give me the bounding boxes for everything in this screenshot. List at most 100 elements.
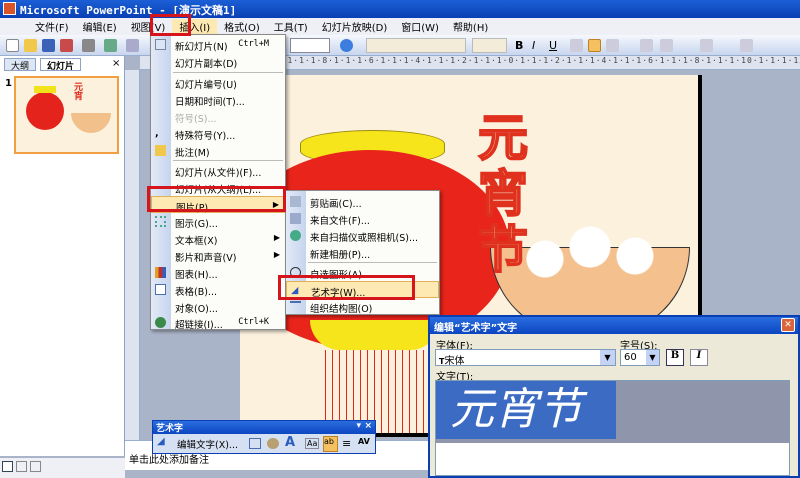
align-left-icon[interactable]	[570, 39, 583, 52]
menu-item-slides-from-outline[interactable]: 幻灯片(从大纲)(L)...	[151, 179, 285, 196]
menu-slideshow[interactable]: 幻灯片放映(D)	[315, 19, 395, 34]
numbering-icon[interactable]	[640, 39, 653, 52]
vertical-ruler	[125, 70, 140, 440]
slideshow-view-icon[interactable]	[30, 461, 41, 472]
wordart-toolbar-title: 艺术字	[156, 424, 184, 434]
chevron-down-icon[interactable]: ▼	[646, 350, 659, 365]
menu-format[interactable]: 格式(O)	[217, 19, 267, 34]
menu-item-comment[interactable]: 批注(M)	[151, 142, 285, 159]
italic-icon[interactable]: I	[532, 39, 545, 52]
italic-button[interactable]: I	[690, 349, 708, 366]
insert-menu: 新幻灯片(N) Ctrl+M 幻灯片副本(D) 幻灯片编号(U) 日期和时间(T)…	[150, 34, 286, 331]
menu-item-slides-from-file[interactable]: 幻灯片(从文件)(F)...	[151, 162, 285, 179]
design-icon[interactable]	[740, 39, 753, 52]
chart-icon	[155, 267, 166, 278]
menu-insert[interactable]: 插入(I)	[172, 19, 218, 34]
new-slide-icon	[155, 39, 166, 50]
bullets-icon[interactable]	[660, 39, 673, 52]
underline-icon[interactable]: U	[549, 39, 562, 52]
new-icon[interactable]	[6, 39, 19, 52]
menu-item-from-file[interactable]: 来自文件(F)...	[286, 210, 439, 227]
menu-window[interactable]: 窗口(W)	[394, 19, 446, 34]
lantern-top-thumb	[34, 86, 56, 93]
insert-wordart-icon[interactable]: ◢	[157, 436, 165, 447]
menu-item-diagram[interactable]: 图示(G)...	[151, 213, 285, 230]
menu-item-table[interactable]: 表格(B)...	[151, 281, 285, 298]
wordart-text[interactable]: 元宵节	[436, 381, 616, 439]
edit-wordart-dialog: 编辑“艺术字”文字 ✕ 字体(F): T宋体 ▼ 字号(S): 60 ▼ B I 文字…	[428, 315, 800, 478]
font-select[interactable]	[366, 38, 466, 53]
table-icon	[155, 284, 166, 295]
picture-file-icon	[290, 213, 301, 224]
window-title: Microsoft PowerPoint - [演示文稿1]	[20, 4, 237, 17]
menu-bar: 文件(F) 编辑(E) 视图(V) 插入(I) 格式(O) 工具(T) 幻灯片放…	[0, 18, 800, 35]
menu-item-chart[interactable]: 图表(H)...	[151, 264, 285, 281]
menu-item-special-symbol[interactable]: , 特殊符号(Y)...	[151, 125, 285, 142]
menu-item-from-scanner[interactable]: 来自扫描仪或照相机(S)...	[286, 227, 439, 244]
format-wordart-icon[interactable]	[267, 438, 279, 449]
menu-item-duplicate-slide[interactable]: 幻灯片副本(D)	[151, 53, 285, 70]
menu-item-picture[interactable]: 图片(P) ▶	[151, 196, 285, 214]
menu-item-date-time[interactable]: 日期和时间(T)...	[151, 91, 285, 108]
menu-tools[interactable]: 工具(T)	[267, 19, 315, 34]
spelling-icon[interactable]	[104, 39, 117, 52]
vertical-text-icon[interactable]: ab	[323, 436, 338, 452]
help-icon[interactable]	[340, 39, 353, 52]
wordart-shape-icon[interactable]: A	[285, 435, 295, 450]
chevron-down-icon[interactable]: ▼	[600, 350, 615, 365]
menu-item-textbox[interactable]: 文本框(X) ▶	[151, 230, 285, 247]
menu-item-wordart[interactable]: ◢ 艺术字(W)...	[286, 281, 439, 299]
toolbar-close-icon[interactable]: ×	[364, 421, 372, 431]
menu-item-clipart[interactable]: 剪贴画(C)...	[286, 193, 439, 210]
diagram-icon	[155, 216, 166, 227]
bold-icon[interactable]: B	[515, 39, 528, 52]
permission-icon[interactable]	[60, 39, 73, 52]
zoom-select[interactable]	[290, 38, 330, 53]
font-color-icon[interactable]	[700, 39, 713, 52]
sorter-view-icon[interactable]	[16, 461, 27, 472]
alignment-icon[interactable]: ≡	[342, 437, 351, 450]
save-icon[interactable]	[42, 39, 55, 52]
menu-item-movies-sounds[interactable]: 影片和声音(V) ▶	[151, 247, 285, 264]
font-size-select[interactable]	[472, 38, 507, 53]
menu-file[interactable]: 文件(F)	[28, 19, 76, 34]
menu-item-slide-number[interactable]: 幻灯片编号(U)	[151, 74, 285, 91]
toolbar-options-icon[interactable]: ▾	[356, 421, 361, 431]
menu-help[interactable]: 帮助(H)	[446, 19, 495, 34]
close-pane-icon[interactable]: ×	[112, 58, 120, 69]
clipart-icon	[290, 196, 301, 207]
menu-item-new-slide[interactable]: 新幻灯片(N) Ctrl+M	[151, 36, 285, 53]
menu-item-symbol: 符号(S)...	[175, 114, 217, 125]
cut-icon[interactable]	[126, 39, 139, 52]
menu-view[interactable]: 视图(V)	[124, 19, 173, 34]
align-center-icon[interactable]	[588, 39, 601, 52]
slide-thumbnail[interactable]: 元宵	[14, 76, 119, 154]
tab-outline[interactable]: 大纲	[4, 58, 37, 72]
standard-toolbar: B I U	[0, 35, 800, 56]
bold-button[interactable]: B	[666, 349, 684, 366]
character-spacing-icon[interactable]: AV	[358, 437, 370, 446]
menu-item-org-chart[interactable]: 组织结构图(O)	[286, 298, 439, 315]
tab-slides[interactable]: 幻灯片	[40, 58, 82, 72]
text-area[interactable]: 元宵节	[435, 380, 790, 476]
size-dropdown[interactable]: 60 ▼	[620, 349, 660, 366]
wordart-gallery-icon[interactable]	[249, 438, 261, 449]
powerpoint-icon	[3, 2, 16, 15]
same-height-icon[interactable]: Aa	[305, 438, 320, 449]
menu-item-autoshapes[interactable]: 自选图形(A)	[286, 264, 439, 281]
align-right-icon[interactable]	[606, 39, 619, 52]
open-icon[interactable]	[24, 39, 37, 52]
menu-item-object[interactable]: 对象(O)...	[151, 298, 285, 315]
scanner-icon	[290, 230, 301, 241]
normal-view-icon[interactable]	[2, 461, 13, 472]
dialog-close-button[interactable]: ✕	[781, 318, 795, 332]
view-buttons	[0, 458, 125, 478]
menu-item-new-album[interactable]: 新建相册(P)...	[286, 244, 439, 261]
notes-placeholder[interactable]: 单击此处添加备注	[129, 455, 209, 466]
wordart-title[interactable]: 元宵节	[477, 109, 538, 279]
menu-item-hyperlink[interactable]: 超链接(I)... Ctrl+K	[151, 314, 285, 331]
edit-text-button[interactable]: 编辑文字(X)...	[177, 437, 238, 451]
font-dropdown[interactable]: T宋体 ▼	[435, 349, 616, 367]
menu-edit[interactable]: 编辑(E)	[76, 19, 124, 34]
print-icon[interactable]	[82, 39, 95, 52]
